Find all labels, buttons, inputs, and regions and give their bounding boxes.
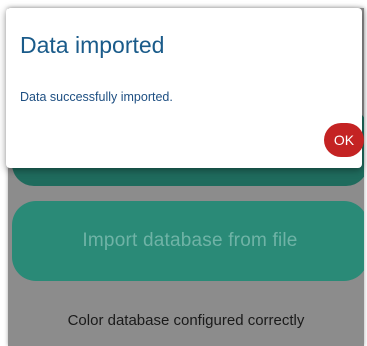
app-frame: Import database from file Color database… bbox=[0, 0, 367, 346]
import-database-button[interactable]: Import database from file bbox=[12, 201, 364, 281]
dialog-title: Data imported bbox=[20, 32, 165, 58]
dialog-message: Data successfully imported. bbox=[20, 90, 173, 104]
status-text: Color database configured correctly bbox=[67, 312, 305, 329]
import-dialog: Data imported Data successfully imported… bbox=[6, 8, 364, 168]
ok-button[interactable]: OK bbox=[324, 123, 364, 157]
import-database-button-label: Import database from file bbox=[82, 230, 298, 251]
